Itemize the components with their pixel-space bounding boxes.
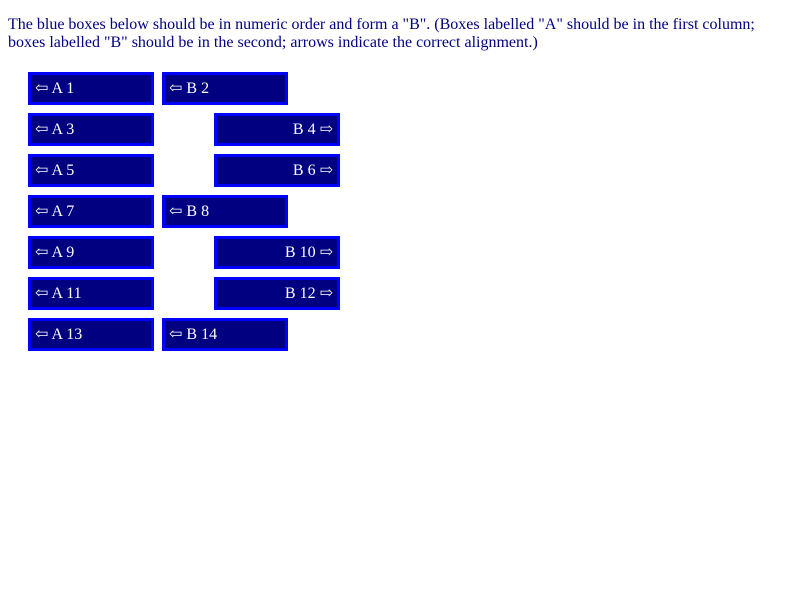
box-a-13: ⇦ A 13 bbox=[28, 318, 154, 351]
instructions-text: The blue boxes below should be in numeri… bbox=[8, 16, 755, 51]
box-a-3: ⇦ A 3 bbox=[28, 113, 154, 146]
box-b-10: B 10 ⇨ bbox=[214, 236, 340, 269]
box-b-14: ⇦ B 14 bbox=[162, 318, 288, 351]
box-a-5: ⇦ A 5 bbox=[28, 154, 154, 187]
box-a-11: ⇦ A 11 bbox=[28, 277, 154, 310]
box-b-4: B 4 ⇨ bbox=[214, 113, 340, 146]
box-a-9: ⇦ A 9 bbox=[28, 236, 154, 269]
box-a-1: ⇦ A 1 bbox=[28, 72, 154, 105]
box-a-7: ⇦ A 7 bbox=[28, 195, 154, 228]
box-b-8: ⇦ B 8 bbox=[162, 195, 288, 228]
box-b-2: ⇦ B 2 bbox=[162, 72, 288, 105]
box-b-12: B 12 ⇨ bbox=[214, 277, 340, 310]
box-b-6: B 6 ⇨ bbox=[214, 154, 340, 187]
